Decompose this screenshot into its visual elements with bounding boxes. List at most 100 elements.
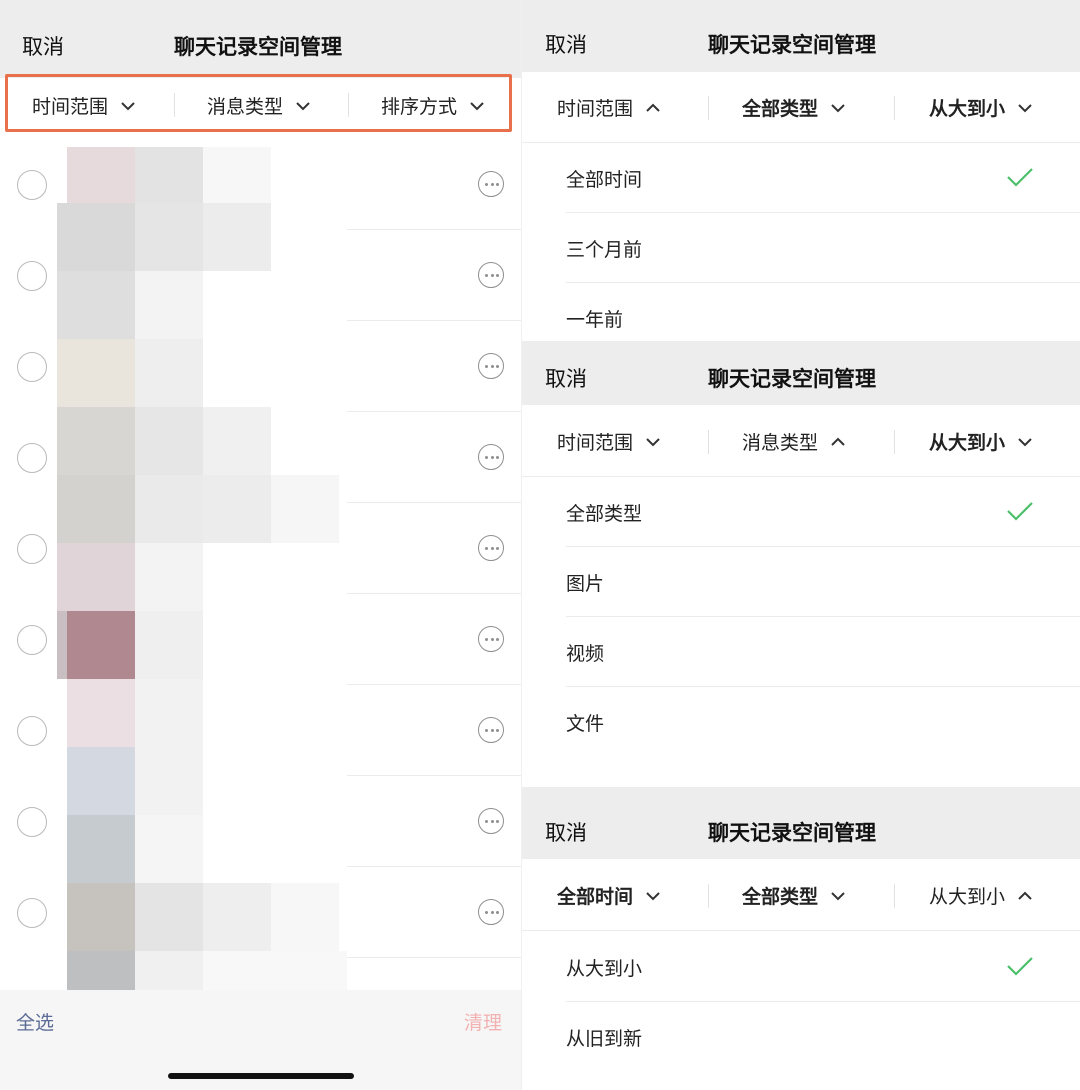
panel3-nav-bar: 取消 聊天记录空间管理 <box>522 787 1080 859</box>
blurred-thumbnail <box>135 203 203 271</box>
filter-sort-order[interactable]: 从大到小 <box>929 882 1033 909</box>
filter-divider <box>894 430 895 454</box>
radio-icon[interactable] <box>17 898 47 928</box>
filter-time-range[interactable]: 时间范围 <box>557 428 661 455</box>
row-divider <box>347 593 522 594</box>
filter-divider <box>708 96 709 120</box>
option-one-year[interactable]: 一年前 <box>566 305 623 332</box>
option-divider <box>566 282 1080 283</box>
option-images[interactable]: 图片 <box>566 569 604 596</box>
blurred-thumbnail <box>203 147 271 203</box>
row-divider <box>347 229 522 230</box>
home-indicator[interactable] <box>168 1073 354 1079</box>
chevron-down-icon <box>646 437 660 446</box>
filter-message-type[interactable]: 消息类型 <box>742 428 846 455</box>
select-all-button[interactable]: 全选 <box>16 1008 54 1035</box>
filter-highlight-box <box>5 74 512 132</box>
row-divider <box>347 320 522 321</box>
row-divider <box>347 411 522 412</box>
clean-button[interactable]: 清理 <box>464 1008 502 1035</box>
filter-time-range[interactable]: 全部时间 <box>557 882 661 909</box>
blurred-thumbnail <box>135 543 203 611</box>
radio-icon[interactable] <box>17 352 47 382</box>
blurred-thumbnail <box>67 747 135 815</box>
page-title: 聊天记录空间管理 <box>174 35 342 59</box>
blurred-thumbnail <box>57 339 135 407</box>
filter-label: 从大到小 <box>929 886 1006 908</box>
blurred-thumbnail <box>135 475 203 543</box>
more-icon[interactable] <box>478 171 504 197</box>
page-title: 聊天记录空间管理 <box>708 821 876 845</box>
option-divider <box>566 616 1080 617</box>
filter-label: 消息类型 <box>742 432 819 454</box>
cancel-button[interactable]: 取消 <box>545 817 587 847</box>
chevron-up-icon <box>831 437 845 446</box>
chevron-down-icon <box>1018 103 1032 112</box>
more-icon[interactable] <box>478 717 504 743</box>
chevron-up-icon <box>646 103 660 112</box>
filter-divider <box>708 884 709 908</box>
option-large-to-small[interactable]: 从大到小 <box>566 954 642 981</box>
more-icon[interactable] <box>478 626 504 652</box>
filter-divider <box>894 96 895 120</box>
option-divider <box>566 546 1080 547</box>
filter-label: 时间范围 <box>557 432 634 454</box>
blurred-thumbnail <box>135 883 203 951</box>
blurred-thumbnail <box>135 271 203 339</box>
option-all-types[interactable]: 全部类型 <box>566 499 642 526</box>
filter-label: 全部类型 <box>742 98 819 120</box>
radio-icon[interactable] <box>17 716 47 746</box>
more-icon[interactable] <box>478 353 504 379</box>
filter-message-type[interactable]: 全部类型 <box>742 882 846 909</box>
more-icon[interactable] <box>478 262 504 288</box>
blurred-thumbnail <box>67 679 135 747</box>
blurred-thumbnail <box>57 407 135 475</box>
blurred-thumbnail <box>57 203 135 271</box>
more-icon[interactable] <box>478 535 504 561</box>
option-divider <box>566 1001 1080 1002</box>
filter-sort-order[interactable]: 从大到小 <box>929 94 1033 121</box>
more-icon[interactable] <box>478 899 504 925</box>
blurred-thumbnail <box>135 815 203 883</box>
option-videos[interactable]: 视频 <box>566 639 604 666</box>
radio-icon[interactable] <box>17 443 47 473</box>
option-old-to-new[interactable]: 从旧到新 <box>566 1024 642 1051</box>
radio-icon[interactable] <box>17 170 47 200</box>
filter-label: 时间范围 <box>557 98 634 120</box>
blurred-thumbnail <box>67 815 135 883</box>
blurred-thumbnail <box>57 475 135 543</box>
radio-icon[interactable] <box>17 807 47 837</box>
check-icon <box>1007 168 1033 187</box>
row-divider <box>347 957 522 958</box>
blurred-thumbnail <box>135 679 203 747</box>
filter-message-type[interactable]: 全部类型 <box>742 94 846 121</box>
cancel-button[interactable]: 取消 <box>545 29 587 59</box>
page-title: 聊天记录空间管理 <box>708 33 876 57</box>
option-all-time[interactable]: 全部时间 <box>566 165 642 192</box>
blurred-thumbnail <box>271 475 339 543</box>
blurred-thumbnail <box>203 475 271 543</box>
more-icon[interactable] <box>478 444 504 470</box>
cancel-button[interactable]: 取消 <box>545 363 587 393</box>
row-divider <box>347 866 522 867</box>
radio-icon[interactable] <box>17 625 47 655</box>
filter-label: 从大到小 <box>929 432 1006 454</box>
blurred-thumbnail <box>57 271 135 339</box>
radio-icon[interactable] <box>17 261 47 291</box>
filter-sort-order[interactable]: 从大到小 <box>929 428 1033 455</box>
cancel-button[interactable]: 取消 <box>22 31 64 61</box>
option-divider <box>566 212 1080 213</box>
blurred-thumbnail <box>67 147 135 203</box>
blurred-thumbnail <box>135 147 203 203</box>
chevron-down-icon <box>831 891 845 900</box>
option-files[interactable]: 文件 <box>566 709 604 736</box>
panel1-filter-bar: 时间范围 全部类型 从大到小 <box>522 72 1080 143</box>
option-three-months[interactable]: 三个月前 <box>566 235 642 262</box>
blurred-thumbnail <box>67 883 135 951</box>
filter-divider <box>708 430 709 454</box>
filter-time-range[interactable]: 时间范围 <box>557 94 661 121</box>
more-icon[interactable] <box>478 808 504 834</box>
blurred-thumbnail <box>203 203 271 271</box>
blurred-thumbnail <box>271 883 339 951</box>
radio-icon[interactable] <box>17 534 47 564</box>
